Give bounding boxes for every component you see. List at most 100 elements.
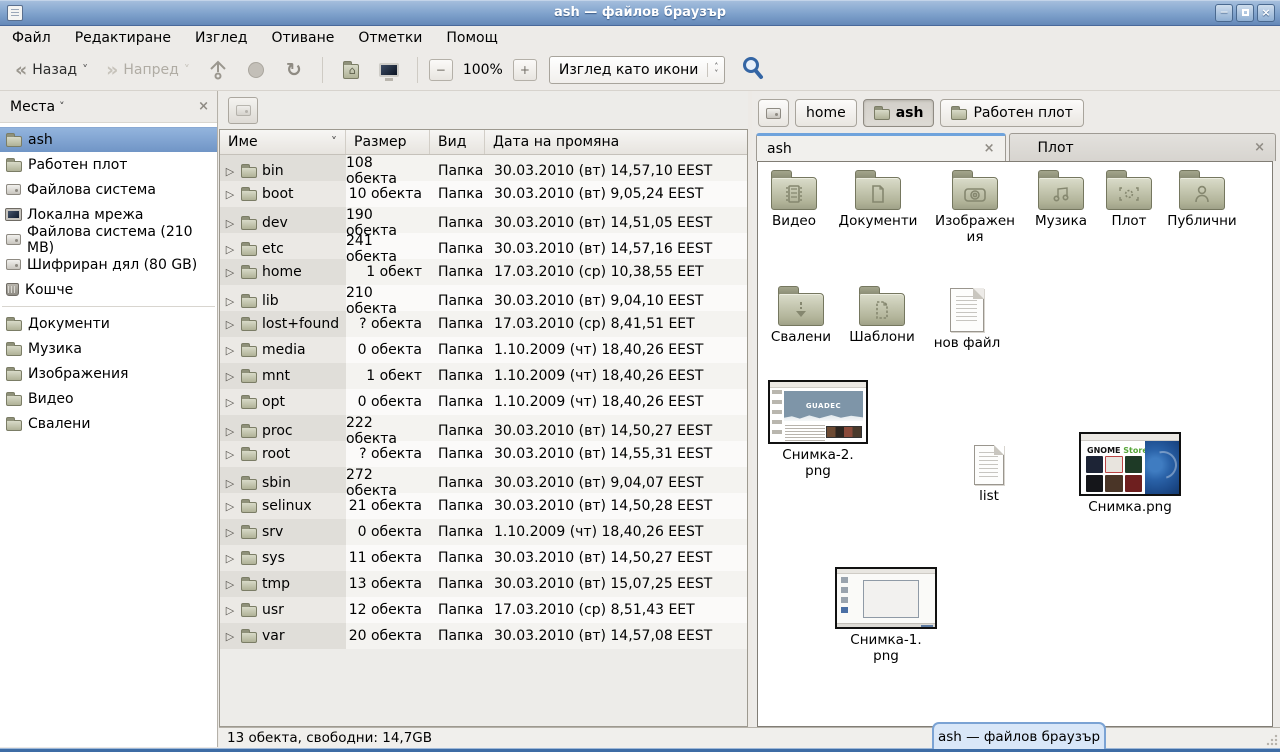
sidebar-item-desktop[interactable]: Работен плот bbox=[0, 152, 217, 177]
file-icon-downloads[interactable]: Свалени bbox=[764, 284, 838, 345]
sidebar-item-encrypted[interactable]: Шифриран дял (80 GB) bbox=[0, 252, 217, 277]
file-icon-music[interactable]: Музика bbox=[1026, 168, 1096, 229]
column-header-size[interactable]: Размер bbox=[346, 130, 430, 154]
menu-view[interactable]: Изглед bbox=[195, 30, 248, 46]
file-icon-documents[interactable]: Документи bbox=[831, 168, 925, 229]
sidebar-item-trash[interactable]: Кошче bbox=[0, 277, 217, 302]
table-row[interactable]: ▷home1 обектПапка17.03.2010 (ср) 10,38,5… bbox=[220, 259, 747, 285]
file-icon-pictures[interactable]: Изображен ия bbox=[931, 168, 1019, 245]
sidebar-item-filesystem-210mb[interactable]: Файлова система (210 MB) bbox=[0, 227, 217, 252]
sidebar-item-home[interactable]: ash bbox=[0, 127, 217, 152]
path-root-button[interactable] bbox=[758, 99, 789, 127]
file-icon-templates[interactable]: Шаблони bbox=[844, 284, 920, 345]
sidebar-close-icon[interactable]: × bbox=[198, 99, 209, 114]
table-row[interactable]: ▷mnt1 обектПапка1.10.2009 (чт) 18,40,26 … bbox=[220, 363, 747, 389]
menu-go[interactable]: Отиване bbox=[271, 30, 334, 46]
table-row[interactable]: ▷lost+found? обектаПапка17.03.2010 (ср) … bbox=[220, 311, 747, 337]
table-row[interactable]: ▷boot10 обектаПапка30.03.2010 (вт) 9,05,… bbox=[220, 181, 747, 207]
table-row[interactable]: ▷lib210 обектаПапка30.03.2010 (вт) 9,04,… bbox=[220, 285, 747, 311]
file-icon-list[interactable]: list bbox=[958, 445, 1020, 504]
tree-root-button[interactable] bbox=[228, 97, 258, 124]
taskbar-window-button[interactable]: ash — файлов браузър bbox=[932, 722, 1106, 749]
close-button[interactable]: × bbox=[1257, 4, 1275, 22]
expander-icon[interactable]: ▷ bbox=[224, 295, 236, 308]
expander-icon[interactable]: ▷ bbox=[224, 344, 236, 357]
column-header-type[interactable]: Вид bbox=[430, 130, 485, 154]
expander-icon[interactable]: ▷ bbox=[224, 552, 236, 565]
tab-close-icon[interactable]: × bbox=[1254, 140, 1265, 155]
table-row[interactable]: ▷sbin272 обектаПапка30.03.2010 (вт) 9,04… bbox=[220, 467, 747, 493]
table-row[interactable]: ▷usr12 обектаПапка17.03.2010 (ср) 8,51,4… bbox=[220, 597, 747, 623]
home-button[interactable]: ⌂ bbox=[334, 55, 368, 85]
back-history-dropdown-icon[interactable]: ˅ bbox=[82, 63, 88, 77]
sidebar-mode-select[interactable]: Места bbox=[10, 99, 55, 115]
stop-button[interactable] bbox=[239, 55, 273, 85]
menu-bookmarks[interactable]: Отметки bbox=[358, 30, 422, 46]
sidebar-item-pictures[interactable]: Изображения bbox=[0, 361, 217, 386]
column-header-date[interactable]: Дата на промяна bbox=[485, 130, 747, 154]
table-row[interactable]: ▷srv0 обектаПапка1.10.2009 (чт) 18,40,26… bbox=[220, 519, 747, 545]
zoom-out-button[interactable]: − bbox=[429, 59, 453, 81]
file-icon-desktop[interactable]: Плот bbox=[1100, 168, 1158, 229]
zoom-in-button[interactable]: + bbox=[513, 59, 537, 81]
computer-button[interactable] bbox=[372, 55, 406, 85]
table-row[interactable]: ▷opt0 обектаПапка1.10.2009 (чт) 18,40,26… bbox=[220, 389, 747, 415]
forward-button[interactable]: » Напред ˅ bbox=[99, 58, 197, 82]
tab-plot[interactable]: Плот× bbox=[1009, 133, 1277, 161]
path-home-button[interactable]: home bbox=[795, 99, 857, 127]
expander-icon[interactable]: ▷ bbox=[224, 266, 236, 279]
sidebar-item-filesystem[interactable]: Файлова система bbox=[0, 177, 217, 202]
menu-file[interactable]: Файл bbox=[12, 30, 51, 46]
path-desktop-button[interactable]: Работен плот bbox=[940, 99, 1083, 127]
table-row[interactable]: ▷sys11 обектаПапка30.03.2010 (вт) 14,50,… bbox=[220, 545, 747, 571]
sidebar-item-music[interactable]: Музика bbox=[0, 336, 217, 361]
expander-icon[interactable]: ▷ bbox=[224, 188, 236, 201]
table-row[interactable]: ▷proc222 обектаПапка30.03.2010 (вт) 14,5… bbox=[220, 415, 747, 441]
file-icon-snimka-1[interactable]: Снимка-1. png bbox=[834, 567, 938, 664]
menu-help[interactable]: Помощ bbox=[446, 30, 497, 46]
expander-icon[interactable]: ▷ bbox=[224, 165, 236, 178]
table-row[interactable]: ▷dev190 обектаПапка30.03.2010 (вт) 14,51… bbox=[220, 207, 747, 233]
expander-icon[interactable]: ▷ bbox=[224, 370, 236, 383]
expander-icon[interactable]: ▷ bbox=[224, 630, 236, 643]
expander-icon[interactable]: ▷ bbox=[224, 477, 236, 490]
expander-icon[interactable]: ▷ bbox=[224, 526, 236, 539]
sidebar-item-video[interactable]: Видео bbox=[0, 386, 217, 411]
file-icon-public[interactable]: Публични bbox=[1164, 168, 1240, 229]
path-ash-button[interactable]: ash bbox=[863, 99, 935, 127]
tab-close-icon[interactable]: × bbox=[984, 141, 995, 156]
file-icon-snimka[interactable]: GNOME Store Снимка.png bbox=[1078, 432, 1182, 515]
file-icon-video[interactable]: Видео bbox=[762, 168, 826, 229]
back-button[interactable]: « Назад ˅ bbox=[8, 58, 95, 82]
expander-icon[interactable]: ▷ bbox=[224, 243, 236, 256]
table-row[interactable]: ▷media0 обектаПапка1.10.2009 (чт) 18,40,… bbox=[220, 337, 747, 363]
table-row[interactable]: ▷selinux21 обектаПапка30.03.2010 (вт) 14… bbox=[220, 493, 747, 519]
expander-icon[interactable]: ▷ bbox=[224, 396, 236, 409]
file-icon-new-file[interactable]: нов файл bbox=[928, 288, 1006, 351]
table-row[interactable]: ▷root? обектаПапка30.03.2010 (вт) 14,55,… bbox=[220, 441, 747, 467]
table-row[interactable]: ▷tmp13 обектаПапка30.03.2010 (вт) 15,07,… bbox=[220, 571, 747, 597]
tab-ash[interactable]: ash× bbox=[756, 133, 1006, 161]
expander-icon[interactable]: ▷ bbox=[224, 217, 236, 230]
expander-icon[interactable]: ▷ bbox=[224, 448, 236, 461]
expander-icon[interactable]: ▷ bbox=[224, 604, 236, 617]
maximize-button[interactable] bbox=[1236, 4, 1254, 22]
expander-icon[interactable]: ▷ bbox=[224, 425, 236, 438]
table-row[interactable]: ▷var20 обектаПапка30.03.2010 (вт) 14,57,… bbox=[220, 623, 747, 649]
table-row[interactable]: ▷bin108 обектаПапка30.03.2010 (вт) 14,57… bbox=[220, 155, 747, 181]
file-icon-snimka-2[interactable]: GUADEC Снимка-2. png bbox=[768, 380, 868, 479]
expander-icon[interactable]: ▷ bbox=[224, 578, 236, 591]
menu-edit[interactable]: Редактиране bbox=[75, 30, 171, 46]
search-button[interactable] bbox=[741, 56, 765, 84]
column-header-name[interactable]: Име˅ bbox=[220, 130, 346, 154]
expander-icon[interactable]: ▷ bbox=[224, 318, 236, 331]
table-row[interactable]: ▷etc241 обектаПапка30.03.2010 (вт) 14,57… bbox=[220, 233, 747, 259]
reload-button[interactable]: ↻ bbox=[277, 55, 311, 85]
up-button[interactable] bbox=[201, 55, 235, 85]
expander-icon[interactable]: ▷ bbox=[224, 500, 236, 513]
sidebar-item-documents[interactable]: Документи bbox=[0, 311, 217, 336]
view-mode-select[interactable]: Изглед като икони ˄˅ bbox=[549, 56, 726, 84]
minimize-button[interactable]: ─ bbox=[1215, 4, 1233, 22]
sidebar-item-downloads[interactable]: Свалени bbox=[0, 411, 217, 436]
resize-grip[interactable] bbox=[1266, 734, 1278, 746]
